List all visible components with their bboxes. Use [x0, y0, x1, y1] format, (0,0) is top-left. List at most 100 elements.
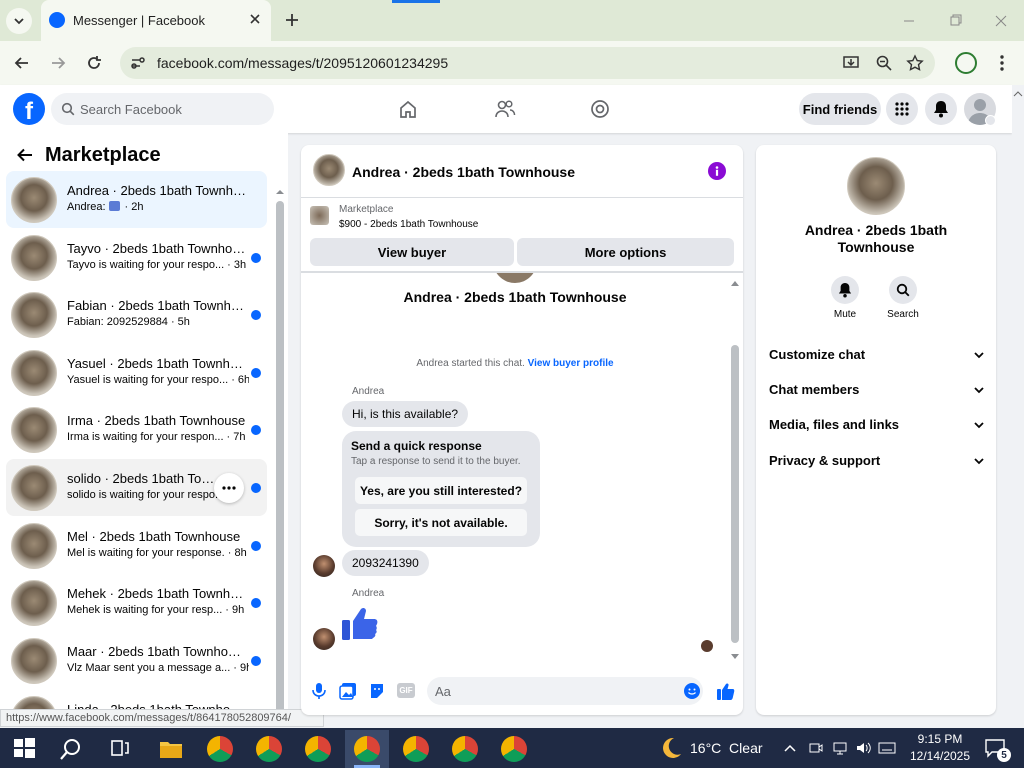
privacy-support-row[interactable]: Privacy & support — [769, 453, 984, 468]
conversation-item[interactable]: Andrea · 2beds 1bath Townhouse Andrea: · 2… — [6, 171, 267, 228]
more-options-button[interactable]: More options — [517, 238, 734, 266]
gaming-icon[interactable] — [590, 99, 610, 119]
conversation-item[interactable]: Tayvo · 2beds 1bath Townhouse Tayvo is wa… — [6, 229, 267, 286]
find-friends-button[interactable]: Find friends — [799, 93, 881, 125]
volume-icon[interactable] — [855, 740, 873, 756]
read-receipt-avatar — [701, 640, 713, 652]
weather-text[interactable]: 16°C Clear — [690, 740, 763, 756]
section-label: Customize chat — [769, 347, 866, 362]
chat-title[interactable]: Andrea · 2beds 1bath Townhouse — [352, 164, 575, 180]
conversation-item[interactable]: Maar · 2beds 1bath Townhouse Vlz Maar sen… — [6, 632, 267, 689]
profile-avatar[interactable] — [847, 157, 905, 215]
meet-now-icon[interactable] — [808, 740, 824, 756]
quick-response-no-button[interactable]: Sorry, it's not available. — [355, 509, 527, 536]
browser-tab-active[interactable]: Messenger | Facebook — [41, 0, 271, 41]
sticker-icon[interactable] — [368, 682, 386, 700]
conversation-item[interactable]: Irma · 2beds 1bath Townhouse Irma is wait… — [6, 401, 267, 458]
account-chevron-icon[interactable] — [985, 115, 996, 126]
address-bar[interactable]: facebook.com/messages/t/2095120601234295 — [120, 47, 935, 79]
new-tab-icon[interactable] — [282, 10, 302, 30]
microphone-icon[interactable] — [311, 682, 327, 700]
reload-icon[interactable] — [84, 53, 104, 73]
search-in-conversation-button[interactable] — [889, 276, 917, 304]
chrome-profile-f-icon[interactable] — [207, 736, 233, 762]
install-app-icon[interactable] — [842, 54, 860, 72]
mute-button[interactable] — [831, 276, 859, 304]
page-scrollbar[interactable] — [1012, 85, 1024, 728]
minimize-icon[interactable] — [900, 12, 918, 30]
conversation-item[interactable]: Fabian · 2beds 1bath Townhou... Fabian: 2… — [6, 286, 267, 343]
emoji-icon[interactable] — [684, 683, 700, 699]
conversation-time: · 5h — [170, 316, 190, 328]
tab-search-button[interactable] — [6, 8, 32, 34]
customize-chat-row[interactable]: Customize chat — [769, 347, 984, 362]
message-input[interactable]: Aa — [427, 677, 703, 705]
chrome-active-icon[interactable] — [354, 736, 380, 762]
home-icon[interactable] — [398, 99, 418, 119]
chat-header-avatar[interactable] — [313, 154, 345, 186]
message-bubble[interactable]: 2093241390 — [342, 550, 429, 576]
message-bubble[interactable]: Hi, is this available? — [342, 401, 469, 427]
info-icon[interactable] — [708, 162, 726, 180]
search-box[interactable]: Search Facebook — [51, 93, 274, 125]
clock-time[interactable]: 9:15 PM — [904, 732, 976, 746]
chrome-profile-icon[interactable] — [403, 736, 429, 762]
conversation-time: · 2h — [124, 201, 144, 213]
back-arrow-icon[interactable] — [16, 146, 34, 164]
conversation-item[interactable]: Mel · 2beds 1bath Townhouse Mel is waitin… — [6, 517, 267, 574]
chevron-up-icon[interactable] — [783, 741, 797, 755]
forward-arrow-icon[interactable] — [48, 53, 68, 73]
like-thumb-icon[interactable] — [341, 603, 381, 643]
more-options-icon[interactable] — [214, 473, 244, 503]
zoom-icon[interactable] — [875, 54, 893, 72]
task-view-icon[interactable] — [108, 736, 134, 762]
conversation-item[interactable]: solido · 2beds 1bath Townho... solido is … — [6, 459, 267, 516]
quick-response-title: Send a quick response — [351, 439, 482, 453]
section-label: Chat members — [769, 382, 860, 397]
restore-icon[interactable] — [946, 12, 964, 30]
search-input[interactable]: Search Facebook — [80, 102, 182, 117]
chrome-profile-icon[interactable] — [501, 736, 527, 762]
clock-date[interactable]: 12/14/2025 — [904, 749, 976, 763]
view-buyer-button[interactable]: View buyer — [310, 238, 514, 266]
sender-avatar[interactable] — [313, 555, 335, 577]
media-files-links-row[interactable]: Media, files and links — [769, 417, 984, 432]
site-info-icon[interactable] — [130, 55, 146, 71]
facebook-logo-icon[interactable]: f — [13, 93, 45, 125]
listing-detail[interactable]: $900 - 2beds 1bath Townhouse — [339, 219, 478, 230]
thread-scrollbar[interactable] — [730, 279, 740, 659]
profile-avatar-icon[interactable] — [955, 52, 977, 74]
keyboard-icon[interactable] — [878, 740, 896, 756]
browser-menu-icon[interactable] — [994, 54, 1010, 72]
chrome-profile-icon[interactable] — [452, 736, 478, 762]
network-icon[interactable] — [832, 740, 848, 756]
close-window-icon[interactable] — [992, 12, 1010, 30]
listing-thumbnail[interactable] — [310, 206, 329, 225]
file-explorer-icon[interactable] — [158, 736, 184, 762]
sender-avatar[interactable] — [313, 628, 335, 650]
view-buyer-profile-link[interactable]: View buyer profile — [528, 358, 614, 369]
bookmark-star-icon[interactable] — [906, 54, 924, 72]
chrome-profile-e-icon[interactable] — [256, 736, 282, 762]
unread-dot — [251, 598, 261, 608]
quick-response-yes-button[interactable]: Yes, are you still interested? — [355, 477, 527, 504]
conversation-avatar — [11, 350, 57, 396]
taskbar-search-icon[interactable] — [58, 736, 84, 762]
menu-grid-icon[interactable] — [886, 93, 918, 125]
notifications-bell-icon[interactable] — [925, 93, 957, 125]
sidebar-scrollbar[interactable] — [275, 181, 285, 727]
friends-icon[interactable] — [494, 99, 516, 119]
photo-icon[interactable] — [339, 682, 357, 700]
chat-members-row[interactable]: Chat members — [769, 382, 984, 397]
conversation-item[interactable]: Yasuel · 2beds 1bath Townhouse Yasuel is … — [6, 344, 267, 401]
conversation-avatar — [11, 235, 57, 281]
gif-icon[interactable]: GIF — [397, 683, 415, 698]
chrome-profile-icon[interactable] — [305, 736, 331, 762]
windows-start-icon[interactable] — [12, 736, 38, 762]
close-tab-icon[interactable] — [247, 11, 263, 27]
send-like-icon[interactable] — [716, 681, 736, 701]
conversation-time: · 6h — [231, 374, 249, 386]
conversation-item[interactable]: Mehek · 2beds 1bath Townho... Mehek is wa… — [6, 574, 267, 631]
weather-moon-icon[interactable] — [659, 736, 683, 760]
back-arrow-icon[interactable] — [12, 53, 32, 73]
